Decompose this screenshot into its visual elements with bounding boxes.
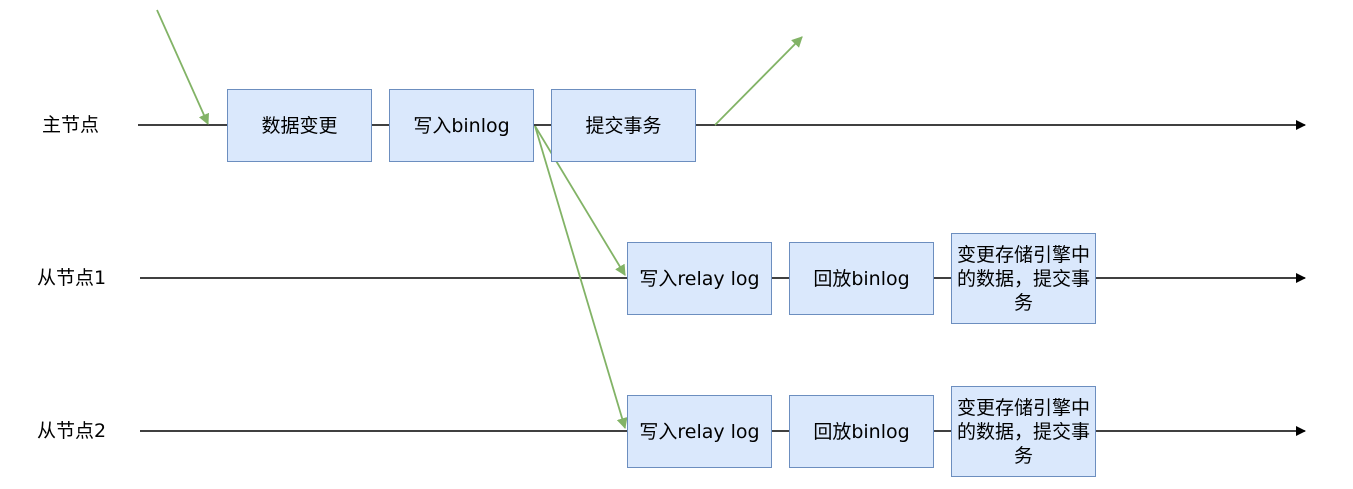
master-step-data-change: 数据变更 [227, 89, 372, 162]
slave1-lane-label: 从节点1 [35, 266, 109, 290]
slave2-step-write-relay-log: 写入relay log [627, 395, 772, 468]
slave2-step-replay-binlog: 回放binlog [789, 395, 934, 468]
master-step-write-binlog: 写入binlog [389, 89, 534, 162]
slave2-step-apply-commit: 变更存储引擎中的数据，提交事务 [951, 386, 1096, 477]
request-in-arrow [156, 9, 209, 126]
master-lane-label: 主节点 [40, 113, 102, 137]
slave2-lane-label: 从节点2 [35, 419, 109, 443]
response-out-arrow [714, 36, 803, 126]
slave1-step-write-relay-log: 写入relay log [627, 242, 772, 315]
slave1-step-replay-binlog: 回放binlog [789, 242, 934, 315]
sync-to-slave2-arrow [534, 125, 628, 430]
master-step-commit: 提交事务 [551, 89, 696, 162]
slave1-step-apply-commit: 变更存储引擎中的数据，提交事务 [951, 233, 1096, 324]
